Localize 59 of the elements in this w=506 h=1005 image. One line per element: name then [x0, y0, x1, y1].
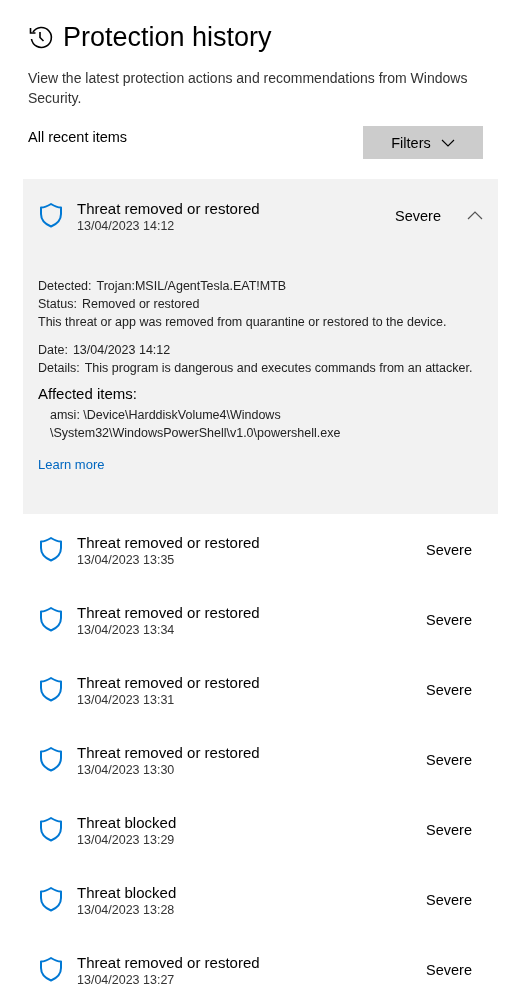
threat-time: 13/04/2023 13:35	[77, 552, 176, 569]
threat-title: Threat blocked	[77, 883, 178, 902]
shield-icon	[38, 886, 64, 912]
detail-label: Detected:	[38, 278, 92, 295]
threat-title: Threat removed or restored	[77, 743, 261, 762]
threat-time: 13/04/2023 13:30	[77, 762, 176, 779]
detail-value: 13/04/2023 14:12	[72, 342, 171, 359]
severity-label: Severe	[426, 752, 473, 768]
page-description: View the latest protection actions and recommendations from Windows Security.	[28, 69, 469, 108]
detail-value: Removed or restored	[81, 296, 200, 313]
threat-time: 13/04/2023 13:29	[77, 832, 176, 849]
threat-title: Threat removed or restored	[77, 673, 261, 692]
learn-more-link[interactable]: Learn more	[38, 456, 105, 474]
severity-label: Severe	[426, 542, 473, 558]
shield-icon	[38, 676, 64, 702]
page-title: Protection history	[63, 21, 272, 54]
threat-row[interactable]: Threat removed or restored 13/04/2023 13:34 Severe	[23, 584, 498, 654]
threat-row[interactable]: Threat removed or restored 13/04/2023 13:35 Severe	[23, 514, 498, 584]
threat-title: Threat blocked	[77, 813, 178, 832]
shield-icon	[38, 816, 64, 842]
severity-label: Severe	[426, 612, 473, 628]
threat-title: Threat removed or restored	[77, 603, 261, 622]
shield-icon	[38, 202, 64, 228]
threat-title: Threat removed or restored	[77, 199, 261, 218]
threat-time: 13/04/2023 13:34	[77, 622, 176, 639]
detail-value: This program is dangerous and executes commands from an attacker.	[84, 360, 473, 377]
severity-label: Severe	[426, 892, 473, 908]
detail-label: Details:	[38, 360, 80, 377]
shield-icon	[38, 606, 64, 632]
chevron-up-icon[interactable]	[467, 210, 483, 220]
section-label: All recent items	[28, 129, 128, 145]
threat-row[interactable]: Threat removed or restored 13/04/2023 13:27 Severe	[23, 934, 498, 1004]
threat-time: 13/04/2023 13:28	[77, 902, 176, 919]
threat-row[interactable]: Threat removed or restored 13/04/2023 13:31 Severe	[23, 654, 498, 724]
shield-icon	[38, 746, 64, 772]
filters-button[interactable]: Filters	[363, 126, 483, 159]
shield-icon	[38, 536, 64, 562]
threat-row[interactable]: Threat blocked 13/04/2023 13:29 Severe	[23, 794, 498, 864]
threat-time: 13/04/2023 14:12	[77, 218, 176, 235]
detail-text: This threat or app was removed from quarantine or restored to the device.	[38, 314, 448, 331]
severity-label: Severe	[426, 822, 473, 838]
detail-label: Date:	[38, 342, 68, 359]
shield-icon	[38, 956, 64, 982]
threat-time: 13/04/2023 13:31	[77, 692, 176, 709]
expanded-threat-card[interactable]	[23, 179, 498, 514]
history-icon	[28, 24, 54, 50]
threat-time: 13/04/2023 13:27	[77, 972, 176, 989]
detail-value: Trojan:MSIL/AgentTesla.EAT!MTB	[96, 278, 287, 295]
affected-path: amsi: \Device\HarddiskVolume4\Windows \System32\WindowsPowerShell\v1.0\powershell.exe	[49, 407, 340, 442]
affected-heading: Affected items:	[38, 385, 138, 403]
threat-row[interactable]: Threat removed or restored 13/04/2023 13:30 Severe	[23, 724, 498, 794]
threat-row[interactable]: Threat blocked 13/04/2023 13:28 Severe	[23, 864, 498, 934]
severity-label: Severe	[395, 208, 442, 224]
threat-title: Threat removed or restored	[77, 953, 261, 972]
severity-label: Severe	[426, 962, 473, 978]
detail-label: Status:	[38, 296, 77, 313]
threat-title: Threat removed or restored	[77, 533, 261, 552]
severity-label: Severe	[426, 682, 473, 698]
chevron-down-icon	[440, 138, 455, 147]
